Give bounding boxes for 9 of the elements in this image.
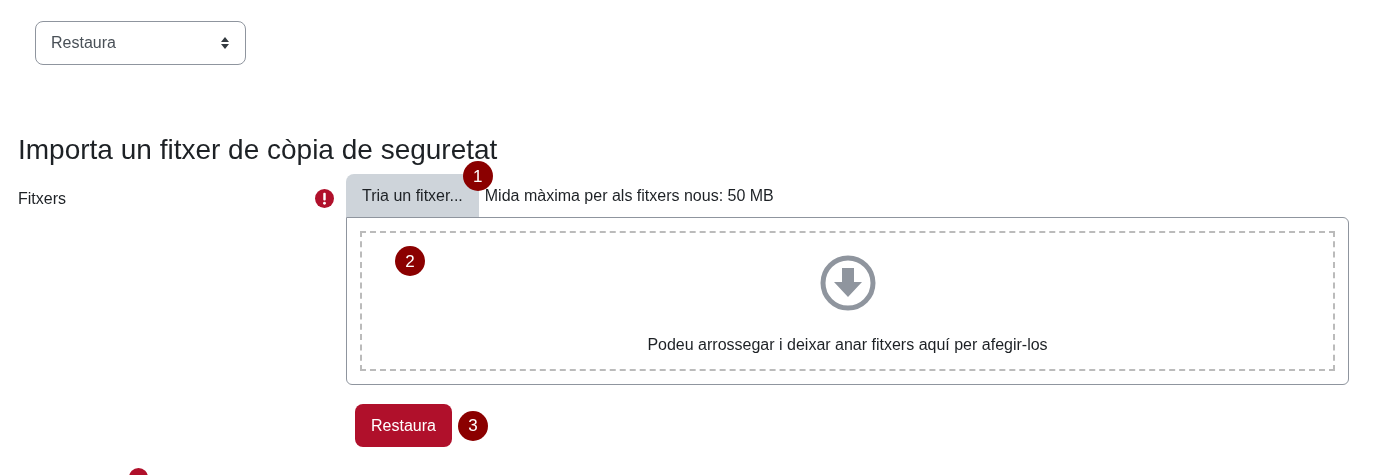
- step-number-badge: 2: [395, 246, 425, 276]
- drop-hint-text: Podeu arrossegar i deixar anar fitxers aquí per afegir-los: [647, 335, 1048, 355]
- field-label: Fitxers: [18, 189, 66, 209]
- sort-caret-icon: [220, 36, 230, 50]
- required-icon: [129, 468, 148, 475]
- download-icon: [819, 255, 876, 311]
- restore-button[interactable]: Restaura: [355, 404, 452, 447]
- action-select[interactable]: Restaura: [35, 21, 246, 65]
- step-number-badge: 3: [457, 410, 488, 441]
